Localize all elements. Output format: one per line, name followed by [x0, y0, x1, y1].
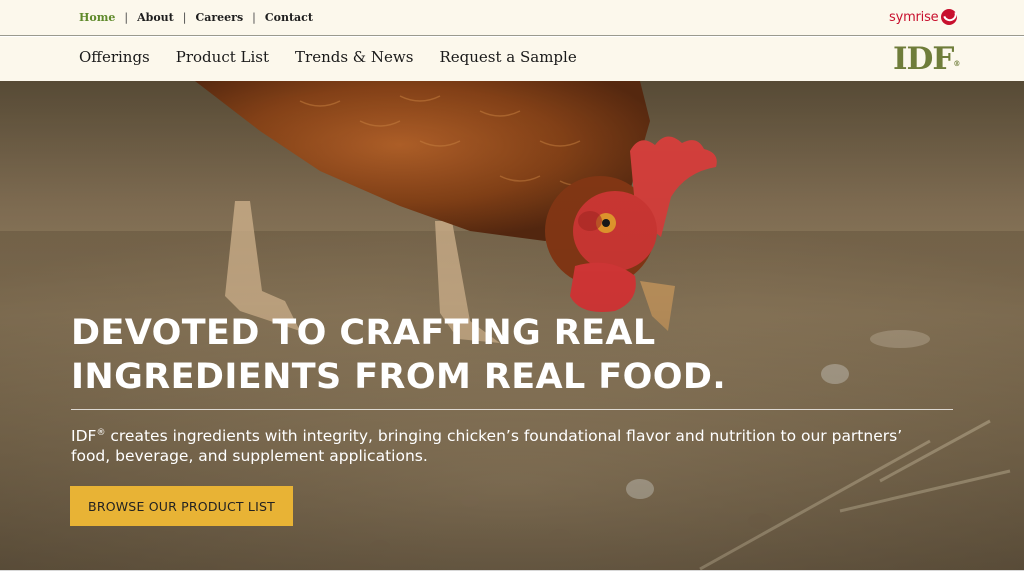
nav-item-product-list[interactable]: Product List — [176, 48, 269, 66]
util-link-home[interactable]: Home — [79, 11, 115, 24]
hero-divider — [71, 409, 953, 410]
nav-item-request-sample[interactable]: Request a Sample — [439, 48, 576, 66]
symrise-wordmark: symrise — [889, 9, 939, 25]
util-separator: | — [252, 11, 256, 24]
hero-subtext-body: creates ingredients with integrity, brin… — [71, 427, 903, 466]
page-bottom-strip — [0, 570, 1024, 580]
idf-logo-text: IDF — [893, 41, 954, 77]
main-nav: Offerings Product List Trends & News Req… — [79, 48, 577, 66]
utility-bar: Home | About | Careers | Contact symrise — [0, 0, 1024, 36]
hero-headline-line1: DEVOTED TO CRAFTING REAL — [71, 313, 656, 353]
hero-subtext-brand: IDF — [71, 427, 97, 446]
util-link-about[interactable]: About — [137, 11, 174, 24]
symrise-logo[interactable]: symrise — [889, 9, 958, 25]
nav-item-offerings[interactable]: Offerings — [79, 48, 150, 66]
main-nav-bar: Offerings Product List Trends & News Req… — [0, 37, 1024, 81]
util-link-contact[interactable]: Contact — [265, 11, 313, 24]
util-separator: | — [182, 11, 187, 24]
util-link-careers[interactable]: Careers — [195, 11, 243, 24]
util-separator: | — [124, 11, 129, 24]
hero-banner: DEVOTED TO CRAFTING REAL INGREDIENTS FRO… — [0, 81, 1024, 570]
symrise-mark-icon — [941, 9, 958, 25]
hero-headline-line2: INGREDIENTS FROM REAL FOOD. — [71, 357, 727, 397]
idf-logo[interactable]: IDF® — [893, 41, 960, 77]
registered-mark: ® — [953, 59, 961, 68]
nav-item-trends-news[interactable]: Trends & News — [295, 48, 413, 66]
hero-subtext: IDF® creates ingredients with integrity,… — [71, 423, 931, 466]
hero-headline: DEVOTED TO CRAFTING REAL INGREDIENTS FRO… — [71, 311, 831, 399]
utility-nav: Home | About | Careers | Contact — [79, 11, 313, 24]
browse-product-list-button[interactable]: BROWSE OUR PRODUCT LIST — [70, 486, 293, 526]
